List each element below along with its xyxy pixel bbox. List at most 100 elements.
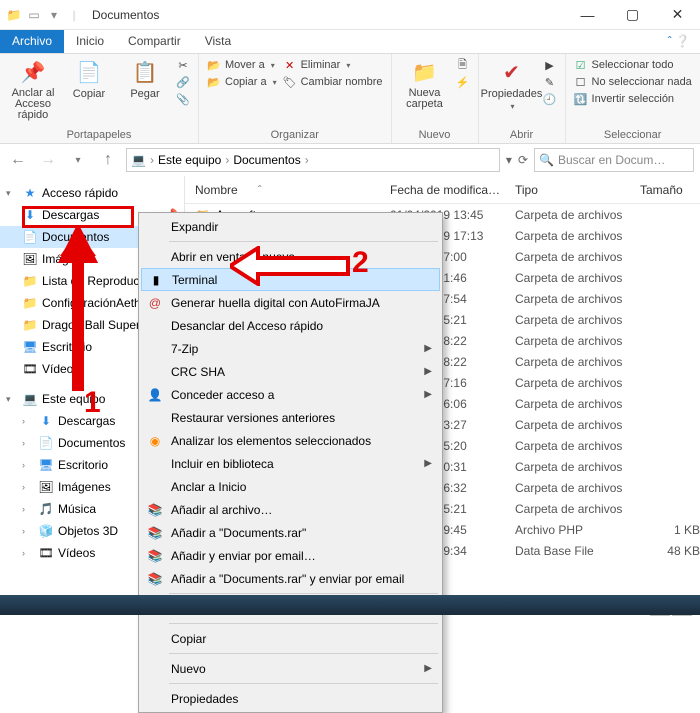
newitem-button[interactable]: 🗎 (456, 58, 470, 72)
group-portapapeles: 📌Anclar al Acceso rápido 📄Copiar 📋Pegar … (0, 54, 199, 143)
search-placeholder: Buscar en Docum… (558, 153, 665, 167)
forward-button[interactable]: → (36, 148, 60, 172)
col-fecha[interactable]: Fecha de modifica… (380, 183, 505, 197)
ctx-add-docrar[interactable]: 📚Añadir a "Documents.rar" (141, 521, 440, 544)
ctx-expandir[interactable]: Expandir (141, 215, 440, 238)
winrar-icon: 📚 (147, 548, 163, 564)
file-type: Carpeta de archivos (505, 481, 630, 495)
help-icon[interactable]: ˆ ❔ (658, 30, 700, 53)
ctx-crc[interactable]: CRC SHA▶ (141, 360, 440, 383)
context-menu: Expandir Abrir en ventana nueva ▮Termina… (138, 212, 443, 713)
address-row: ← → ▾ ↑ 💻 › Este equipo › Documentos › ▾… (0, 144, 700, 176)
ctx-anclar-inicio[interactable]: Anclar a Inicio (141, 475, 440, 498)
copyto-icon: 📂 (207, 75, 221, 89)
annotation-number-2: 2 (352, 246, 369, 280)
invertsel-button[interactable]: 🔃Invertir selección (574, 92, 692, 106)
window-title: Documentos (92, 8, 159, 22)
tab-inicio[interactable]: Inicio (64, 30, 116, 53)
tab-vista[interactable]: Vista (193, 30, 243, 53)
file-type: Carpeta de archivos (505, 208, 630, 222)
ctx-restaurar[interactable]: Restaurar versiones anteriores (141, 406, 440, 429)
crumb-documentos[interactable]: Documentos (233, 153, 300, 167)
delete-button[interactable]: ✕Eliminar▾ (283, 58, 383, 72)
file-type: Data Base File (505, 544, 630, 558)
ctx-copiar[interactable]: Copiar (141, 627, 440, 650)
edit-icon: ✎ (543, 75, 557, 89)
annotation-rect-documentos (22, 206, 134, 228)
crumb-esteequipo[interactable]: Este equipo (158, 153, 221, 167)
paste-icon: 📋 (131, 58, 159, 86)
col-nombre[interactable]: Nombre (195, 183, 238, 197)
history-button[interactable]: 🕘 (543, 92, 557, 106)
close-button[interactable]: ✕ (655, 1, 700, 29)
download-icon: ⬇ (38, 414, 54, 428)
video-icon: 🎞 (22, 362, 38, 376)
qat-dropdown-icon[interactable]: ▾ (46, 7, 62, 23)
terminal-icon: ▮ (148, 272, 164, 288)
breadcrumb[interactable]: 💻 › Este equipo › Documentos › (126, 148, 500, 172)
selectnone-button[interactable]: ☐No seleccionar nada (574, 75, 692, 89)
col-tipo[interactable]: Tipo (505, 183, 630, 197)
back-button[interactable]: ← (6, 148, 30, 172)
tree-acceso-rapido[interactable]: ▾★Acceso rápido (0, 182, 184, 204)
copypath-button[interactable]: 🔗 (176, 75, 190, 89)
copy-button[interactable]: 📄Copiar (64, 58, 114, 100)
tab-archivo[interactable]: Archivo (0, 30, 64, 53)
ctx-propiedades[interactable]: Propiedades (141, 687, 440, 710)
ctx-desanclar[interactable]: Desanclar del Acceso rápido (141, 314, 440, 337)
annotation-arrow-2 (230, 246, 350, 286)
ctx-conceder[interactable]: 👤Conceder acceso a▶ (141, 383, 440, 406)
recent-dropdown[interactable]: ▾ (66, 148, 90, 172)
addr-dropdown-icon[interactable]: ▾ (506, 153, 512, 167)
newfolder-button[interactable]: 📁Nueva carpeta (400, 58, 450, 110)
refresh-icon[interactable]: ⟳ (518, 153, 528, 167)
desktop-icon: 🖥 (38, 458, 54, 472)
group-nuevo: 📁Nueva carpeta 🗎 ⚡ Nuevo (392, 54, 479, 143)
copyto-button[interactable]: 📂Copiar a▾ (207, 75, 277, 89)
ctx-incluir[interactable]: Incluir en biblioteca▶ (141, 452, 440, 475)
pin-quick-access-button[interactable]: 📌Anclar al Acceso rápido (8, 58, 58, 121)
submenu-arrow-icon: ▶ (424, 366, 432, 377)
ctx-nuevo[interactable]: Nuevo▶ (141, 657, 440, 680)
qat-item-icon[interactable]: ▭ (26, 7, 42, 23)
pasteshortcut-button[interactable]: 📎 (176, 92, 190, 106)
ctx-7zip[interactable]: 7-Zip▶ (141, 337, 440, 360)
cut-button[interactable]: ✂ (176, 58, 190, 72)
moveto-button[interactable]: 📂Mover a▾ (207, 58, 277, 72)
ctx-huella[interactable]: @Generar huella digital con AutoFirmaJA (141, 291, 440, 314)
history-icon: 🕘 (543, 92, 557, 106)
file-size: 48 KB (630, 544, 700, 558)
folder-icon: 📁 (22, 274, 38, 288)
easyaccess-button[interactable]: ⚡ (456, 75, 470, 89)
minimize-button[interactable]: — (565, 1, 610, 29)
properties-button[interactable]: ✔Propiedades▾ (487, 58, 537, 111)
star-icon: ★ (22, 186, 38, 200)
share-icon: 👤 (147, 387, 163, 403)
selectall-icon: ☑ (574, 58, 588, 72)
group-label: Nuevo (400, 127, 470, 141)
rename-button[interactable]: 🏷Cambiar nombre (283, 75, 383, 89)
winrar-icon: 📚 (147, 502, 163, 518)
paste-button[interactable]: 📋Pegar (120, 58, 170, 100)
group-seleccionar: ☑Seleccionar todo ☐No seleccionar nada 🔃… (566, 54, 700, 143)
ctx-add-docrar-email[interactable]: 📚Añadir a "Documents.rar" y enviar por e… (141, 567, 440, 590)
newitem-icon: 🗎 (456, 58, 470, 72)
maximize-button[interactable]: ▢ (610, 1, 655, 29)
up-button[interactable]: ↑ (96, 148, 120, 172)
file-type: Carpeta de archivos (505, 376, 630, 390)
selectall-button[interactable]: ☑Seleccionar todo (574, 58, 692, 72)
pin-label: Anclar al Acceso rápido (8, 88, 58, 121)
open-button[interactable]: ▶ (543, 58, 557, 72)
column-headers[interactable]: Nombreˆ Fecha de modifica… Tipo Tamaño (185, 176, 700, 204)
ctx-analizar[interactable]: ◉Analizar los elementos seleccionados (141, 429, 440, 452)
tab-compartir[interactable]: Compartir (116, 30, 193, 53)
ctx-add-archivo[interactable]: 📚Añadir al archivo… (141, 498, 440, 521)
file-type: Carpeta de archivos (505, 313, 630, 327)
search-input[interactable]: 🔍 Buscar en Docum… (534, 148, 694, 172)
col-tamano[interactable]: Tamaño (630, 183, 700, 197)
ctx-add-email[interactable]: 📚Añadir y enviar por email… (141, 544, 440, 567)
search-icon: 🔍 (539, 153, 554, 167)
folder-icon: 📁 (6, 7, 22, 23)
edit-button[interactable]: ✎ (543, 75, 557, 89)
images-icon: 🖼 (38, 480, 54, 494)
